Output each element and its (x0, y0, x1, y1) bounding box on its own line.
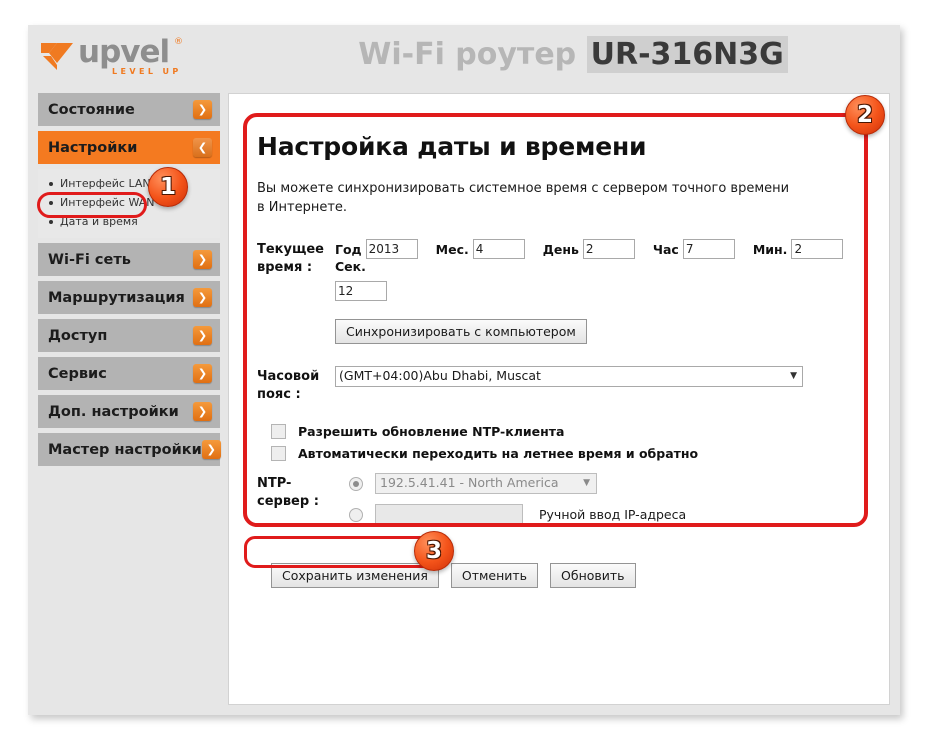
chevron-right-icon: ❯ (193, 364, 212, 383)
hour-label: Час (653, 242, 679, 257)
sidebar-item-label: Состояние (48, 102, 193, 118)
current-time-label: Текущее время : (257, 239, 335, 301)
sidebar-subitem-label: Интерфейс WAN (60, 196, 154, 209)
daylight-saving-label: Автоматически переходить на летнее время… (298, 446, 698, 461)
upvel-logo: upvel ® LEVEL UP (40, 33, 220, 83)
chevron-down-icon: ❮ (193, 138, 212, 157)
ntp-preset-select[interactable]: 192.5.41.41 - North America ▼ (375, 473, 597, 494)
timezone-select[interactable]: (GMT+04:00)Abu Dhabi, Muscat ▼ (335, 366, 803, 387)
timezone-label: Часовой пояс : (257, 366, 335, 404)
chevron-right-icon: ❯ (202, 440, 221, 459)
ntp-client-update-label: Разрешить обновление NTP-клиента (298, 424, 564, 439)
sync-row: Синхронизировать с компьютером (257, 319, 857, 344)
content-panel: Настройка даты и времени Вы можете синхр… (228, 93, 890, 705)
chevron-right-icon: ❯ (193, 288, 212, 307)
ntp-preset-radio[interactable] (349, 477, 363, 491)
header-title-prefix: Wi-Fi роутер (358, 37, 576, 72)
sidebar-item-label: Маршрутизация (48, 290, 193, 306)
save-changes-button[interactable]: Сохранить изменения (271, 563, 439, 588)
sidebar-subitem-label: Интерфейс LAN (60, 177, 151, 190)
sidebar-item-setup-wizard[interactable]: Мастер настройки ❯ (38, 433, 220, 466)
chevron-down-icon: ▼ (790, 371, 797, 381)
ntp-client-update-row[interactable]: Разрешить обновление NTP-клиента (271, 424, 857, 439)
ntp-server-label: NTP-сервер : (257, 473, 335, 535)
ntp-manual-label: Ручной ввод IP-адреса (539, 507, 686, 522)
page-description: Вы можете синхронизировать системное вре… (257, 179, 797, 217)
day-input[interactable] (583, 239, 635, 259)
sidebar-item-settings[interactable]: Настройки ❮ (38, 131, 220, 164)
router-model-name: UR-316N3G (587, 36, 788, 73)
sidebar-subitem-lan-interface[interactable]: Интерфейс LAN (38, 174, 220, 193)
month-label: Мес. (436, 242, 469, 257)
router-admin-window: upvel ® LEVEL UP Wi-Fi роутер UR-316N3G … (28, 25, 900, 715)
page-title: Настройка даты и времени (257, 132, 857, 161)
ntp-client-update-checkbox[interactable] (271, 424, 286, 439)
ntp-preset-line: 192.5.41.41 - North America ▼ (349, 473, 857, 494)
year-label: Год (335, 242, 362, 257)
current-time-fields: Год Мес. День Час Мин. Сек. (335, 239, 895, 301)
sidebar-item-wifi-network[interactable]: Wi-Fi сеть ❯ (38, 243, 220, 276)
day-label: День (543, 242, 579, 257)
second-input[interactable] (335, 281, 387, 301)
chevron-down-icon: ▼ (583, 478, 590, 488)
year-input[interactable] (366, 239, 418, 259)
page-header: upvel ® LEVEL UP Wi-Fi роутер UR-316N3G (28, 25, 900, 90)
ntp-manual-line: Ручной ввод IP-адреса (349, 504, 857, 525)
form-actions: Сохранить изменения Отменить Обновить (271, 563, 636, 588)
ntp-options: Разрешить обновление NTP-клиента Автомат… (257, 424, 857, 461)
chevron-right-icon: ❯ (193, 326, 212, 345)
chevron-right-icon: ❯ (193, 100, 212, 119)
timezone-row: Часовой пояс : (GMT+04:00)Abu Dhabi, Mus… (257, 366, 857, 404)
ntp-manual-ip-input[interactable] (375, 504, 523, 525)
month-input[interactable] (473, 239, 525, 259)
daylight-saving-row[interactable]: Автоматически переходить на летнее время… (271, 446, 857, 461)
sidebar-nav: Состояние ❯ Настройки ❮ Интерфейс LAN Ин… (38, 93, 220, 705)
logo-tagline: LEVEL UP (112, 67, 182, 76)
ntp-server-row: NTP-сервер : 192.5.41.41 - North America… (257, 473, 857, 535)
chevron-right-icon: ❯ (193, 250, 212, 269)
chevron-right-icon: ❯ (193, 402, 212, 421)
sidebar-item-service[interactable]: Сервис ❯ (38, 357, 220, 390)
current-time-row: Текущее время : Год Мес. День Час Мин. (257, 239, 857, 301)
sidebar-item-label: Доступ (48, 328, 193, 344)
logo-registered-mark: ® (174, 37, 183, 47)
sidebar-item-access[interactable]: Доступ ❯ (38, 319, 220, 352)
sidebar-subitem-label: Дата и время (60, 215, 138, 228)
sidebar-item-label: Настройки (48, 140, 193, 156)
date-time-form: Настройка даты и времени Вы можете синхр… (257, 132, 857, 549)
ntp-preset-value: 192.5.41.41 - North America (380, 475, 559, 490)
sidebar-item-label: Мастер настройки (48, 442, 202, 458)
sync-with-computer-button[interactable]: Синхронизировать с компьютером (335, 319, 587, 344)
sidebar-submenu-settings: Интерфейс LAN Интерфейс WAN Дата и время (38, 169, 220, 238)
sidebar-item-routing[interactable]: Маршрутизация ❯ (38, 281, 220, 314)
page-header-title: Wi-Fi роутер UR-316N3G (253, 37, 893, 72)
refresh-button[interactable]: Обновить (550, 563, 636, 588)
sidebar-item-label: Wi-Fi сеть (48, 252, 193, 268)
sidebar-subitem-date-time[interactable]: Дата и время (38, 212, 220, 231)
sidebar-item-advanced-settings[interactable]: Доп. настройки ❯ (38, 395, 220, 428)
timezone-selected-value: (GMT+04:00)Abu Dhabi, Muscat (339, 368, 541, 383)
daylight-saving-checkbox[interactable] (271, 446, 286, 461)
sidebar-item-status[interactable]: Состояние ❯ (38, 93, 220, 126)
minute-label: Мин. (753, 242, 788, 257)
hour-input[interactable] (683, 239, 735, 259)
ntp-manual-radio[interactable] (349, 508, 363, 522)
second-label: Сек. (335, 259, 366, 274)
logo-wordmark: upvel (78, 34, 169, 70)
sidebar-item-label: Сервис (48, 366, 193, 382)
screenshot-root: upvel ® LEVEL UP Wi-Fi роутер UR-316N3G … (0, 0, 929, 754)
minute-input[interactable] (791, 239, 843, 259)
cancel-button[interactable]: Отменить (451, 563, 538, 588)
upvel-chevron-icon (40, 39, 74, 71)
sidebar-item-label: Доп. настройки (48, 404, 193, 420)
sidebar-subitem-wan-interface[interactable]: Интерфейс WAN (38, 193, 220, 212)
